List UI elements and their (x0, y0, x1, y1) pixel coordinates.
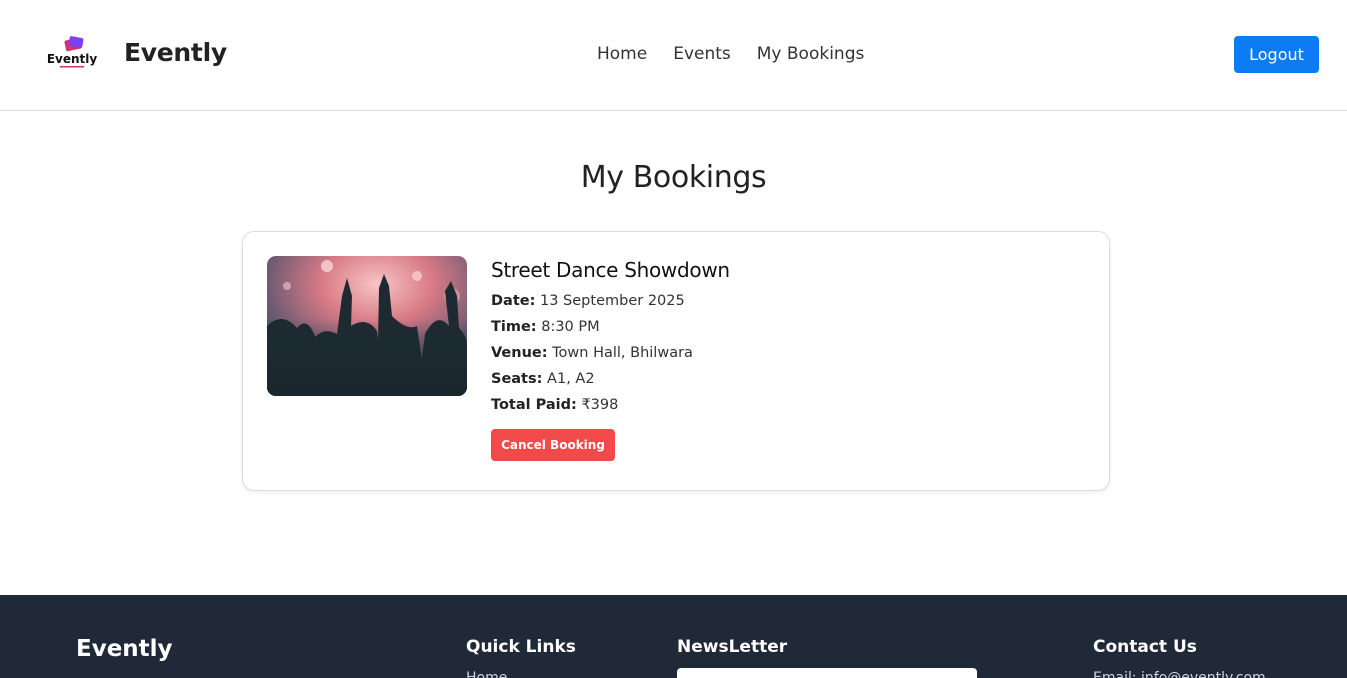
newsletter-email-input[interactable] (677, 668, 977, 678)
venue-label: Venue: (491, 345, 548, 361)
cancel-booking-button[interactable]: Cancel Booking (491, 429, 615, 461)
nav-home-link[interactable]: Home (597, 44, 647, 64)
evently-logo[interactable]: Evently (46, 36, 98, 70)
total-value: ₹398 (581, 397, 619, 413)
booking-total: Total Paid: ₹398 (491, 395, 730, 421)
booking-details: Street Dance Showdown Date: 13 September… (491, 258, 730, 461)
booking-venue: Venue: Town Hall, Bhilwara (491, 343, 730, 369)
logo-wordmark: Evently (47, 52, 98, 66)
nav-my-bookings-link[interactable]: My Bookings (757, 44, 865, 64)
page-title: My Bookings (580, 160, 767, 195)
quick-links-heading: Quick Links (466, 637, 576, 657)
contact-heading: Contact Us (1093, 637, 1197, 657)
event-image (267, 256, 467, 396)
date-value: 13 September 2025 (540, 293, 685, 309)
time-value: 8:30 PM (541, 319, 600, 335)
booking-date: Date: 13 September 2025 (491, 291, 730, 317)
event-title: Street Dance Showdown (491, 258, 730, 282)
nav-events-link[interactable]: Events (673, 44, 731, 64)
newsletter-heading: NewsLetter (677, 637, 788, 657)
footer-home-link[interactable]: Home (466, 670, 507, 678)
footer-brand: Evently (76, 636, 173, 662)
top-navbar: Evently Evently Home Events My Bookings … (0, 0, 1347, 111)
total-label: Total Paid: (491, 397, 577, 413)
seats-value: A1, A2 (547, 371, 595, 387)
booking-time: Time: 8:30 PM (491, 317, 730, 343)
logout-button[interactable]: Logout (1234, 36, 1319, 73)
date-label: Date: (491, 293, 536, 309)
main-nav: Home Events My Bookings (597, 44, 864, 64)
brand-name[interactable]: Evently (124, 38, 227, 67)
venue-value: Town Hall, Bhilwara (552, 345, 693, 361)
booking-card: Street Dance Showdown Date: 13 September… (242, 231, 1110, 491)
time-label: Time: (491, 319, 537, 335)
site-footer: Evently Quick Links Home NewsLetter Cont… (0, 595, 1347, 678)
contact-email: Email: info@evently.com (1093, 670, 1266, 678)
booking-seats: Seats: A1, A2 (491, 369, 730, 395)
seats-label: Seats: (491, 371, 543, 387)
